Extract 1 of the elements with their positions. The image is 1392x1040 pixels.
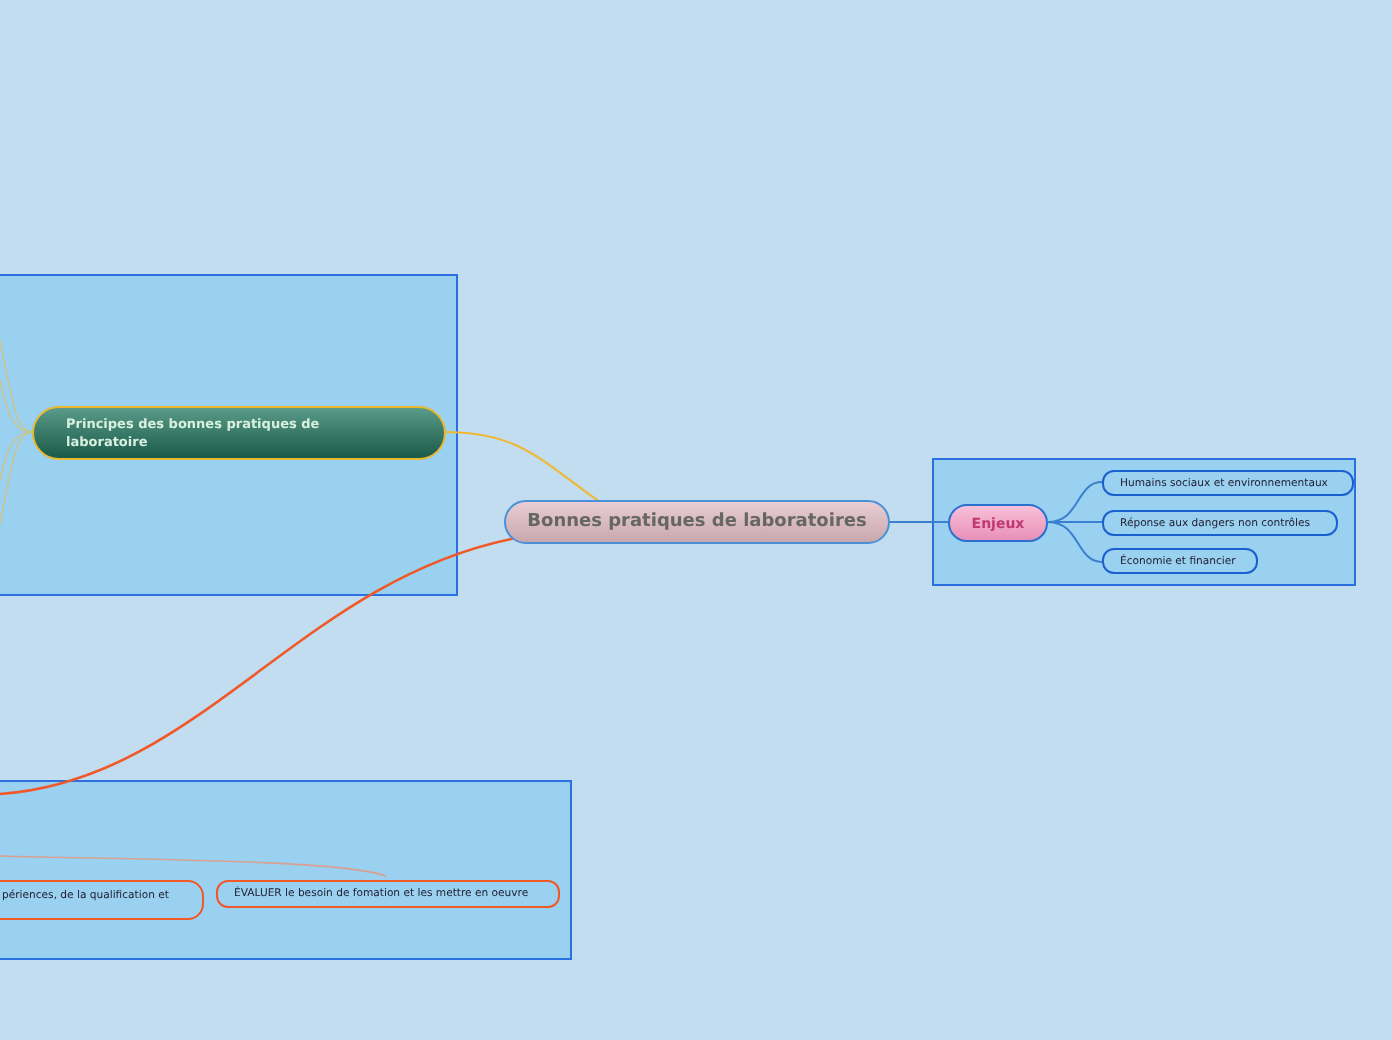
connector-line [889,521,949,523]
